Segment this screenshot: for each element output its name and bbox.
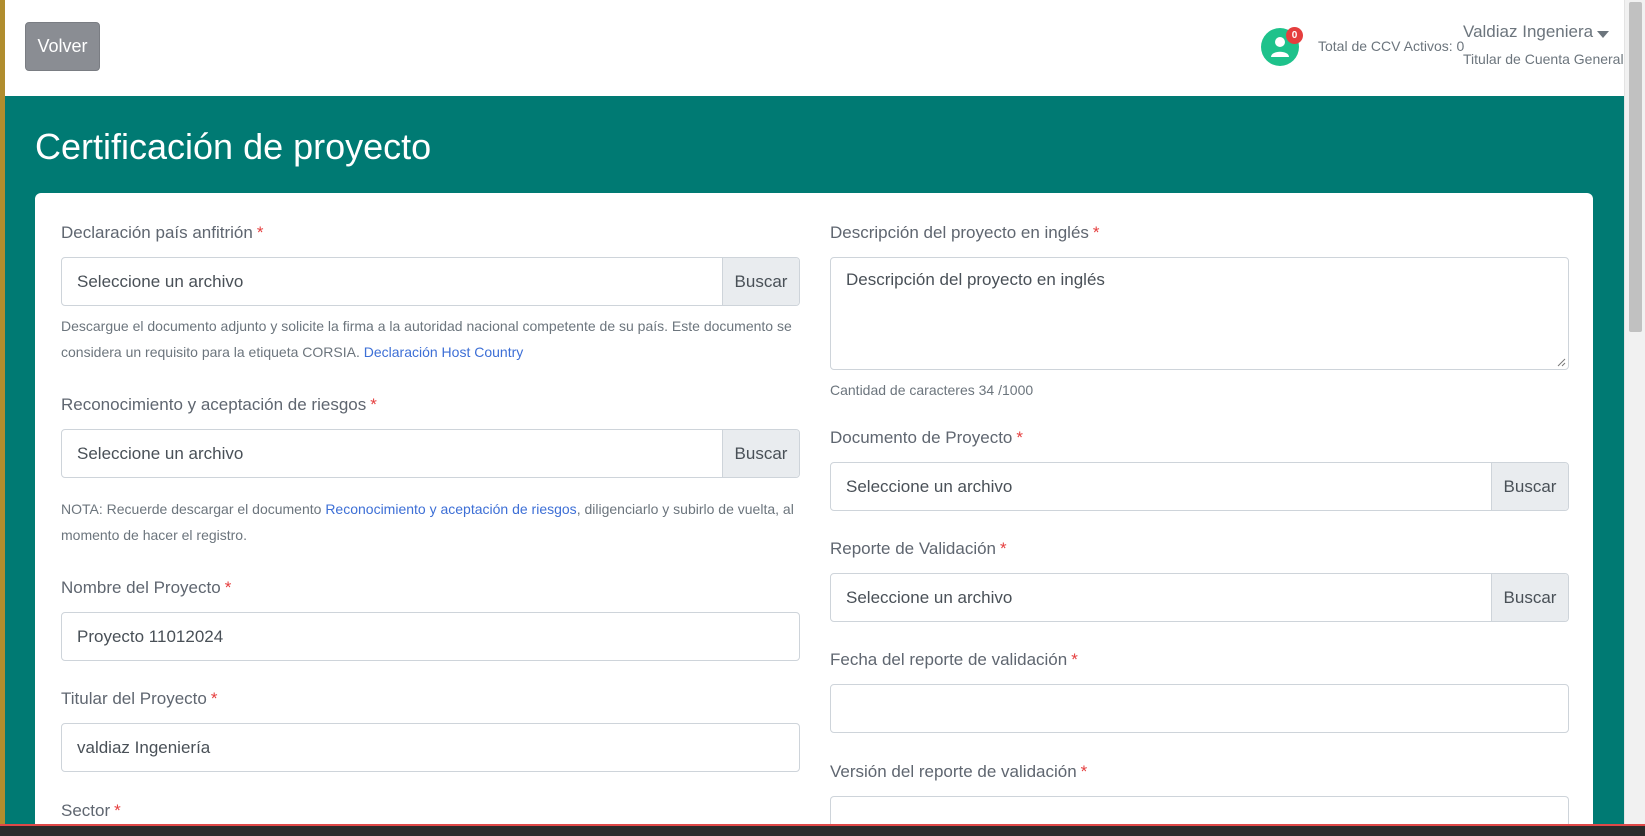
- notification-badge[interactable]: 0: [1286, 27, 1303, 44]
- host-country-file-input[interactable]: Seleccione un archivo Buscar: [61, 257, 800, 306]
- required-mark: *: [1000, 539, 1007, 558]
- back-button[interactable]: Volver: [25, 22, 100, 71]
- browse-button[interactable]: Buscar: [722, 430, 799, 477]
- browse-button[interactable]: Buscar: [722, 258, 799, 305]
- risk-ack-file-input[interactable]: Seleccione un archivo Buscar: [61, 429, 800, 478]
- project-holder-label: Titular del Proyecto *: [61, 689, 218, 708]
- top-navbar: Volver 0 Total de CCV Activos: 0 Valdiaz…: [5, 0, 1624, 96]
- risk-ack-note: NOTA: Recuerde descargar el documento Re…: [61, 501, 794, 543]
- project-holder-input[interactable]: valdiaz Ingeniería: [61, 723, 800, 772]
- chevron-down-icon[interactable]: [1597, 31, 1609, 38]
- description-en-value: Descripción del proyecto en inglés: [846, 270, 1105, 289]
- project-document-file-input[interactable]: Seleccione un archivo Buscar: [830, 462, 1569, 511]
- description-en-textarea[interactable]: Descripción del proyecto en inglés: [830, 257, 1569, 370]
- required-mark: *: [224, 578, 232, 597]
- file-placeholder: Seleccione un archivo: [846, 588, 1013, 607]
- required-mark: *: [114, 801, 121, 820]
- file-placeholder: Seleccione un archivo: [846, 477, 1013, 496]
- os-taskbar: [0, 824, 1645, 836]
- page-scrollbar[interactable]: [1624, 0, 1645, 824]
- project-name-input[interactable]: Proyecto 11012024: [61, 612, 800, 661]
- required-mark: *: [1092, 223, 1100, 242]
- description-en-label: Descripción del proyecto en inglés *: [830, 223, 1100, 242]
- risk-ack-link[interactable]: Reconocimiento y aceptación de riesgos: [325, 501, 576, 517]
- scrollbar-thumb[interactable]: [1629, 2, 1642, 332]
- validation-report-label: Reporte de Validación *: [830, 539, 1007, 558]
- browse-button[interactable]: Buscar: [1491, 463, 1568, 510]
- user-menu-name[interactable]: Valdiaz Ingeniera: [1463, 22, 1593, 42]
- file-placeholder: Seleccione un archivo: [77, 272, 244, 291]
- risk-ack-label: Reconocimiento y aceptación de riesgos *: [61, 395, 377, 414]
- required-mark: *: [1080, 762, 1088, 781]
- file-placeholder: Seleccione un archivo: [77, 444, 244, 463]
- project-document-label: Documento de Proyecto *: [830, 428, 1024, 447]
- validation-report-file-input[interactable]: Seleccione un archivo Buscar: [830, 573, 1569, 622]
- host-country-help: Descargue el documento adjunto y solicit…: [61, 318, 792, 360]
- browse-button[interactable]: Buscar: [1491, 574, 1568, 621]
- ccv-total-text: Total de CCV Activos: 0: [1318, 38, 1465, 54]
- page-title: Certificación de proyecto: [35, 126, 432, 167]
- validation-date-input[interactable]: [830, 684, 1569, 733]
- resize-handle-icon[interactable]: [1556, 357, 1566, 367]
- required-mark: *: [210, 689, 218, 708]
- validation-version-label: Versión del reporte de validación *: [830, 762, 1088, 781]
- sector-label: Sector *: [61, 801, 121, 820]
- required-mark: *: [370, 395, 377, 414]
- user-role: Titular de Cuenta General: [1463, 51, 1624, 67]
- required-mark: *: [1071, 650, 1078, 669]
- host-country-link[interactable]: Declaración Host Country: [364, 344, 524, 360]
- char-count: Cantidad de caracteres 34 /1000: [830, 382, 1034, 398]
- host-country-label: Declaración país anfitrión *: [61, 223, 264, 242]
- form-card: Declaración país anfitrión * Seleccione u…: [35, 193, 1593, 833]
- page-header-band: Certificación de proyecto Declaración pa…: [5, 96, 1624, 833]
- required-mark: *: [256, 223, 264, 242]
- project-name-label: Nombre del Proyecto *: [61, 578, 232, 597]
- validation-date-label: Fecha del reporte de validación *: [830, 650, 1078, 669]
- required-mark: *: [1016, 428, 1024, 447]
